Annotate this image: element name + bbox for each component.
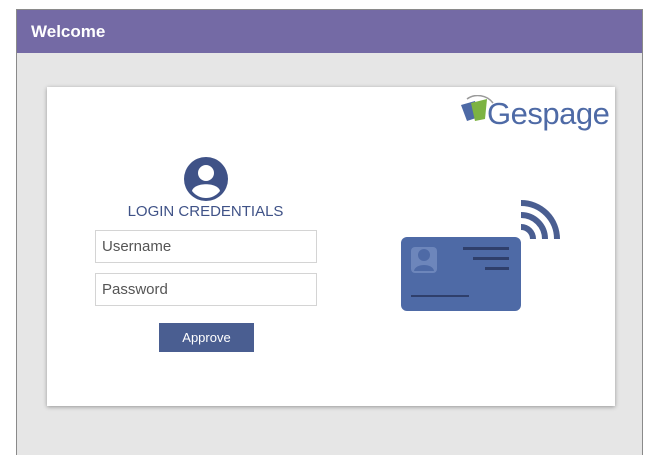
- contactless-card-icon: [401, 200, 560, 311]
- user-circle-icon: [184, 157, 228, 201]
- approve-button[interactable]: Approve: [159, 323, 254, 352]
- login-title: LOGIN CREDENTIALS: [127, 203, 284, 220]
- password-input[interactable]: [95, 273, 317, 306]
- gespage-logo: Gespage: [457, 93, 610, 137]
- window-title: Welcome: [17, 10, 642, 53]
- logo-wordmark: Gespage: [487, 96, 610, 131]
- username-input[interactable]: [95, 230, 317, 263]
- welcome-window: Welcome Gespage LOGIN CREDENTIALS Approv…: [16, 9, 643, 455]
- login-panel: Gespage LOGIN CREDENTIALS Approve: [47, 87, 615, 406]
